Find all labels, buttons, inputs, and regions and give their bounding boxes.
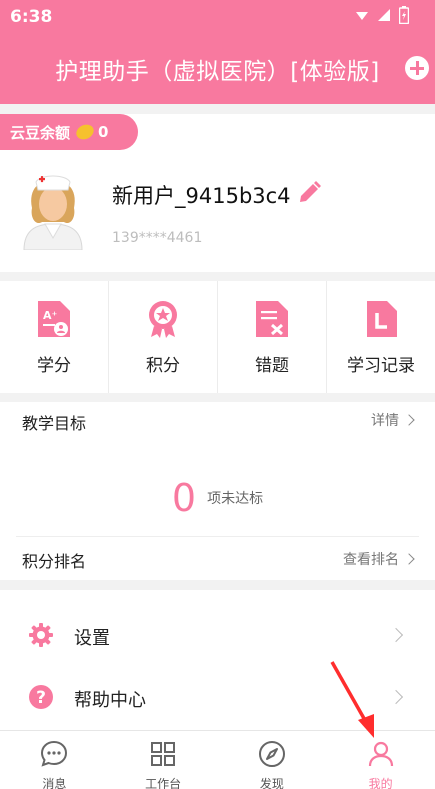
compass-icon [258,741,285,767]
study-record-button[interactable]: 学习记录 [327,281,435,393]
goals-count-label: 项未达标 [207,491,264,507]
svg-text:A⁺: A⁺ [43,309,58,322]
add-button[interactable] [405,56,429,80]
menu-item-help[interactable]: ? 帮助中心 [0,666,435,728]
credit-icon: A⁺ [38,301,70,337]
study-record-icon [367,301,397,337]
menu-item-settings[interactable]: 设置 [0,604,435,666]
help-label: 帮助中心 [74,690,146,711]
wrong-answers-label: 错题 [255,356,289,376]
app-header: 护理助手（虚拟医院）[体验版] [0,34,435,104]
chat-icon [41,740,68,767]
tab-discover-label: 发现 [259,777,284,789]
bean-icon [73,121,97,143]
user-phone: 139****4461 [112,230,203,246]
goals-title: 教学目标 [22,414,87,433]
tab-mine[interactable]: 我的 [326,731,435,789]
svg-text:?: ? [36,688,46,708]
goals-details-link[interactable]: 详情 [371,410,415,430]
tab-messages[interactable]: 消息 [0,731,109,789]
goals-count: 0 [171,476,197,520]
bottom-tab-bar: 消息 工作台 发现 我的 [0,730,435,789]
balance-value: 0 [98,123,109,141]
view-ranking-link[interactable]: 查看排名 [343,549,415,569]
balance-label: 云豆余额 [10,123,71,142]
user-name: 新用户_9415b3c4 [112,184,291,208]
status-icons [355,6,409,24]
wrong-answers-button[interactable]: 错题 [218,281,327,393]
chevron-right-icon [403,553,415,565]
tab-workbench[interactable]: 工作台 [109,731,218,789]
person-icon [368,741,393,767]
profile-card: 云豆余额 0 新用户_9415b3c4 139****4461 [0,114,435,272]
signal-icon [356,12,368,20]
study-record-label: 学习记录 [347,356,415,376]
page-title: 护理助手（虚拟医院）[体验版] [55,59,380,85]
gear-icon [29,623,53,647]
credit-label: 学分 [37,356,71,376]
balance-badge[interactable]: 云豆余额 0 [0,114,138,150]
grid-icon [151,742,176,766]
tab-discover[interactable]: 发现 [218,731,327,789]
avatar[interactable] [18,172,88,250]
network-icon [378,9,390,21]
tab-workbench-label: 工作台 [145,777,182,789]
tab-mine-label: 我的 [368,777,393,789]
quick-actions: A⁺ 学分 积分 错题 学习记录 [0,281,435,393]
medal-icon [149,301,177,338]
status-time: 6:38 [10,7,53,27]
ranking-title: 积分排名 [22,552,87,571]
settings-menu: 设置 ? 帮助中心 [0,590,435,730]
divider [16,536,419,537]
help-icon: ? [29,685,53,709]
wrong-answer-icon [256,301,288,337]
points-label: 积分 [146,356,180,376]
settings-label: 设置 [74,628,110,649]
view-ranking-label: 查看排名 [343,552,399,568]
credit-button[interactable]: A⁺ 学分 [0,281,109,393]
goals-details-label: 详情 [371,413,399,429]
battery-icon [399,6,409,24]
chevron-right-icon [388,627,404,643]
goals-summary: 0 项未达标 [0,476,435,520]
teaching-goals-card: 教学目标 详情 0 项未达标 积分排名 查看排名 [0,402,435,580]
tab-messages-label: 消息 [42,777,67,789]
chevron-right-icon [403,414,415,426]
points-button[interactable]: 积分 [109,281,218,393]
status-bar: 6:38 [0,0,435,34]
edit-icon[interactable] [296,180,322,206]
chevron-right-icon [388,689,404,705]
